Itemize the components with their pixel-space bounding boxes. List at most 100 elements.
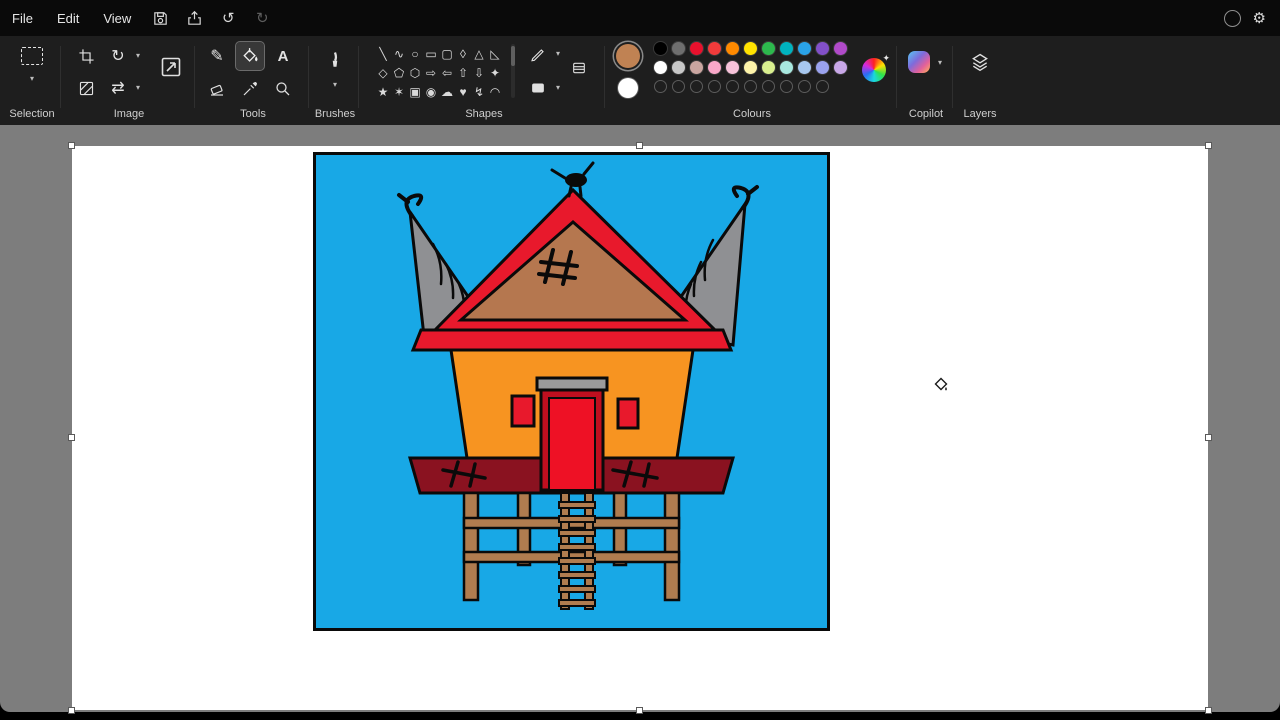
colour-swatch[interactable] (672, 61, 685, 74)
undo-button[interactable]: ↺ (213, 5, 243, 31)
colour-swatch[interactable] (672, 42, 685, 55)
shape-rectangle[interactable]: ▭ (423, 44, 439, 63)
redo-button[interactable]: ↻ (247, 5, 277, 31)
selection-handle-se[interactable] (1205, 707, 1212, 714)
shape-six-point-star[interactable]: ✶ (391, 82, 407, 99)
menu-view[interactable]: View (91, 7, 143, 30)
canvas[interactable] (68, 142, 1212, 714)
crop-button[interactable] (72, 42, 100, 70)
colour-swatch[interactable] (762, 42, 775, 55)
selection-handle-n[interactable] (636, 142, 643, 149)
colour-swatch[interactable] (654, 42, 667, 55)
shapes-scrollbar[interactable] (511, 44, 515, 98)
selection-handle-nw[interactable] (68, 142, 75, 149)
empty-colour-slot[interactable] (780, 80, 793, 93)
selection-handle-sw[interactable] (68, 707, 75, 714)
flip-dropdown[interactable]: ▾ (132, 83, 144, 92)
edit-colours-button[interactable]: ✦ (862, 53, 890, 82)
shape-right-triangle[interactable]: ◺ (487, 44, 503, 63)
selection-handle-ne[interactable] (1205, 142, 1212, 149)
copilot-button[interactable] (905, 48, 933, 76)
shape-oval[interactable]: ○ (407, 44, 423, 63)
menu-file[interactable]: File (0, 7, 45, 30)
shape-style-button[interactable] (567, 56, 591, 80)
colour-swatch[interactable] (708, 42, 721, 55)
rotate-button[interactable]: ↻ (104, 42, 132, 70)
empty-colour-slot[interactable] (816, 80, 829, 93)
pencil-tool-button[interactable]: ✎ (203, 42, 231, 70)
shape-triangle[interactable]: △ (471, 44, 487, 63)
colour-swatch[interactable] (816, 61, 829, 74)
selection-tool-button[interactable] (18, 42, 46, 70)
shape-lightning[interactable]: ↯ (471, 82, 487, 99)
fill-tool-button[interactable] (235, 41, 265, 71)
shape-left-arrow[interactable]: ⇦ (439, 63, 455, 82)
colour-swatch[interactable] (690, 61, 703, 74)
empty-colour-slot[interactable] (762, 80, 775, 93)
colour-swatch[interactable] (744, 42, 757, 55)
colour-swatch[interactable] (798, 61, 811, 74)
shape-fill-button[interactable] (526, 76, 550, 100)
shape-heart[interactable]: ♥ (455, 82, 471, 99)
colour-swatch[interactable] (690, 42, 703, 55)
shape-cloud-callout[interactable]: ☁ (439, 82, 455, 99)
colour-swatch[interactable] (726, 61, 739, 74)
empty-colour-slot[interactable] (690, 80, 703, 93)
texture-button[interactable] (72, 74, 100, 102)
shape-hexagon[interactable]: ⬡ (407, 63, 423, 82)
colour-swatch[interactable] (780, 42, 793, 55)
empty-colour-slot[interactable] (798, 80, 811, 93)
shape-outline-button[interactable] (526, 42, 550, 66)
shape-outline-dropdown[interactable]: ▾ (552, 49, 564, 58)
shape-fill-dropdown[interactable]: ▾ (552, 83, 564, 92)
colour1-swatch[interactable] (616, 44, 640, 68)
shape-curve[interactable]: ∿ (391, 44, 407, 63)
brushes-button[interactable] (321, 46, 349, 74)
shape-four-point-star[interactable]: ✦ (487, 63, 503, 82)
colour-swatch[interactable] (780, 61, 793, 74)
colour-swatch[interactable] (744, 61, 757, 74)
settings-button[interactable]: ⚙ (1253, 9, 1266, 27)
shape-five-point-star[interactable]: ★ (375, 82, 391, 99)
eraser-tool-button[interactable] (203, 75, 231, 103)
selection-handle-w[interactable] (68, 434, 75, 441)
rotate-dropdown[interactable]: ▾ (132, 51, 144, 60)
empty-colour-slot[interactable] (726, 80, 739, 93)
colour-swatch[interactable] (726, 42, 739, 55)
scrollbar-thumb[interactable] (511, 46, 515, 66)
text-tool-button[interactable]: A (269, 42, 297, 70)
empty-colour-slot[interactable] (708, 80, 721, 93)
shape-pentagon[interactable]: ⬠ (391, 63, 407, 82)
empty-colour-slot[interactable] (744, 80, 757, 93)
colour-swatch[interactable] (834, 42, 847, 55)
shape-rectangular-callout[interactable]: ▣ (407, 82, 423, 99)
shape-rounded-rectangle[interactable]: ▢ (439, 44, 455, 63)
shape-polygon[interactable]: ◊ (455, 44, 471, 63)
colour-swatch[interactable] (762, 61, 775, 74)
copilot-dropdown[interactable]: ▾ (934, 58, 946, 67)
resize-button[interactable] (154, 50, 188, 84)
shape-up-arrow[interactable]: ⇧ (455, 63, 471, 82)
account-icon[interactable] (1223, 9, 1241, 27)
selection-handle-s[interactable] (636, 707, 643, 714)
shape-line[interactable]: ╲ (375, 44, 391, 63)
empty-colour-slot[interactable] (654, 80, 667, 93)
colour-swatch[interactable] (816, 42, 829, 55)
save-button[interactable] (145, 5, 175, 31)
selection-handle-e[interactable] (1205, 434, 1212, 441)
shape-diamond[interactable]: ◇ (375, 63, 391, 82)
layers-button[interactable] (966, 48, 994, 76)
color-picker-tool-button[interactable] (236, 75, 264, 103)
colour-swatch[interactable] (834, 61, 847, 74)
colour-swatch[interactable] (654, 61, 667, 74)
shape-oval-callout[interactable]: ◉ (423, 82, 439, 99)
shape-down-arrow[interactable]: ⇩ (471, 63, 487, 82)
selection-dropdown[interactable]: ▾ (26, 74, 38, 83)
colour-swatch[interactable] (798, 42, 811, 55)
shape-right-arrow[interactable]: ⇨ (423, 63, 439, 82)
shape-arc[interactable]: ◠ (487, 82, 503, 99)
menu-edit[interactable]: Edit (45, 7, 91, 30)
colour2-swatch[interactable] (618, 78, 638, 98)
brushes-dropdown[interactable]: ▾ (329, 80, 341, 89)
share-button[interactable] (179, 5, 209, 31)
